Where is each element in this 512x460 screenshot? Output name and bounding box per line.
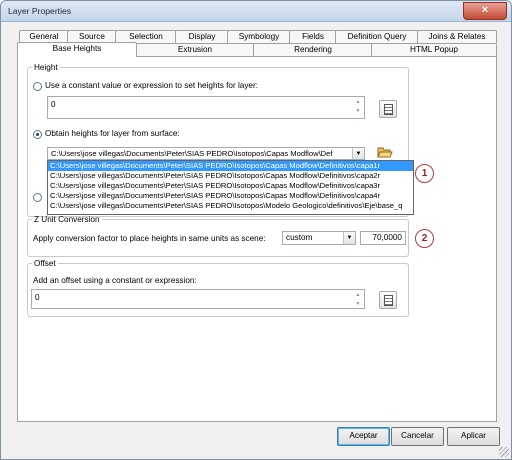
calculator-icon: [384, 104, 393, 115]
surface-selected: C:\Users\jose villegas\Documents\Peter\S…: [51, 149, 333, 158]
calculator-icon: [384, 295, 393, 306]
spinner-arrows-icon[interactable]: ▲ ▼: [353, 98, 363, 117]
spinner-arrows-icon[interactable]: ▲ ▼: [353, 291, 363, 307]
height-legend: Height: [34, 63, 58, 72]
resize-grip-icon[interactable]: [499, 447, 509, 457]
z-factor-field[interactable]: 70,0000: [360, 231, 406, 245]
offset-expression-field[interactable]: 0 ▲ ▼: [31, 289, 365, 309]
z-factor-value: 70,0000: [372, 233, 402, 242]
constant-expression-field[interactable]: 0 ▲ ▼: [47, 96, 365, 119]
tab-fields[interactable]: Fields: [289, 30, 337, 43]
surface-option[interactable]: C:\Users\jose villegas\Documents\Peter\S…: [48, 191, 413, 201]
surface-option[interactable]: C:\Users\jose villegas\Documents\Peter\S…: [48, 201, 413, 211]
tab-rendering[interactable]: Rendering: [253, 43, 373, 56]
constant-radio[interactable]: [33, 82, 42, 91]
tab-definition-query[interactable]: Definition Query: [335, 30, 419, 43]
offset-calculator-button[interactable]: [379, 291, 397, 309]
apply-button[interactable]: Aplicar: [447, 427, 500, 446]
dropdown-arrow-icon[interactable]: ▼: [343, 232, 355, 244]
open-folder-button[interactable]: [377, 145, 393, 159]
surface-label: Obtain heights for layer from surface:: [45, 129, 180, 138]
z-unit-combo[interactable]: custom ▼: [282, 231, 356, 245]
close-icon: ×: [481, 4, 489, 16]
close-button[interactable]: ×: [463, 2, 507, 20]
callout-1: 1: [415, 164, 434, 183]
surface-radio[interactable]: [33, 130, 42, 139]
title-bar[interactable]: Layer Properties ×: [1, 1, 511, 22]
tab-symbology[interactable]: Symbology: [227, 30, 291, 43]
surface-combo[interactable]: C:\Users\jose villegas\Documents\Peter\S…: [47, 147, 365, 160]
constant-label: Use a constant value or expression to se…: [45, 81, 258, 90]
tab-extrusion[interactable]: Extrusion: [135, 43, 255, 56]
offset-legend: Offset: [34, 259, 56, 268]
offset-label: Add an offset using a constant or expres…: [33, 276, 197, 285]
dropdown-arrow-icon[interactable]: ▼: [352, 148, 364, 159]
tab-display[interactable]: Display: [175, 30, 229, 43]
cancel-button[interactable]: Cancelar: [391, 427, 444, 446]
float-radio[interactable]: [33, 193, 42, 202]
surface-option[interactable]: C:\Users\jose villegas\Documents\Peter\S…: [48, 161, 413, 171]
layer-properties-dialog: Layer Properties × General Source Select…: [0, 0, 512, 460]
z-unit-legend: Z Unit Conversion: [34, 215, 100, 224]
offset-value: 0: [35, 293, 40, 302]
z-unit-value: custom: [286, 233, 313, 242]
surface-dropdown-list: C:\Users\jose villegas\Documents\Peter\S…: [47, 160, 414, 215]
tab-base-heights[interactable]: Base Heights: [17, 42, 137, 57]
tab-joins-relates[interactable]: Joins & Relates: [417, 30, 497, 43]
constant-value: 0: [51, 100, 56, 109]
tab-html-popup[interactable]: HTML Popup: [371, 43, 497, 56]
calculator-button[interactable]: [379, 100, 397, 118]
surface-option[interactable]: C:\Users\jose villegas\Documents\Peter\S…: [48, 171, 413, 181]
ok-button[interactable]: Aceptar: [337, 427, 390, 446]
z-unit-label: Apply conversion factor to place heights…: [33, 234, 266, 243]
open-folder-icon: [377, 147, 393, 158]
surface-option[interactable]: C:\Users\jose villegas\Documents\Peter\S…: [48, 181, 413, 191]
callout-2: 2: [415, 229, 434, 248]
window-title: Layer Properties: [8, 6, 72, 16]
